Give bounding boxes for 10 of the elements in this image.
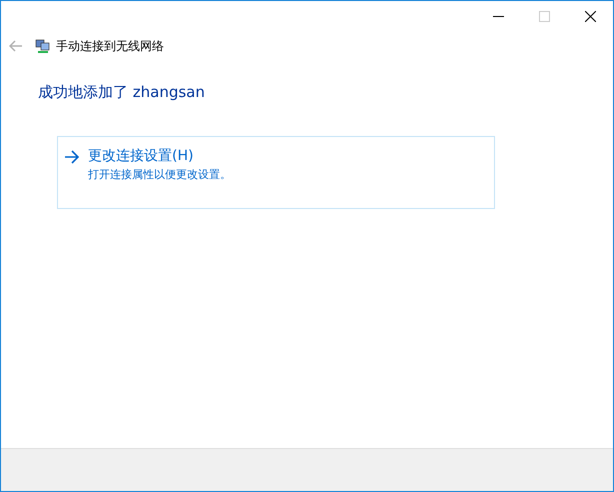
wizard-title: 手动连接到无线网络 bbox=[56, 38, 164, 54]
network-computers-icon bbox=[35, 38, 51, 54]
back-arrow-icon bbox=[9, 40, 23, 52]
arrow-icon bbox=[64, 150, 80, 164]
change-settings-option[interactable]: 更改连接设置(H) 打开连接属性以便更改设置。 bbox=[57, 136, 495, 209]
maximize-icon bbox=[538, 10, 550, 22]
close-icon bbox=[584, 10, 596, 22]
option-description: 打开连接属性以便更改设置。 bbox=[88, 167, 231, 182]
success-heading: 成功地添加了 zhangsan bbox=[38, 83, 206, 102]
option-title: 更改连接设置(H) bbox=[88, 147, 194, 165]
